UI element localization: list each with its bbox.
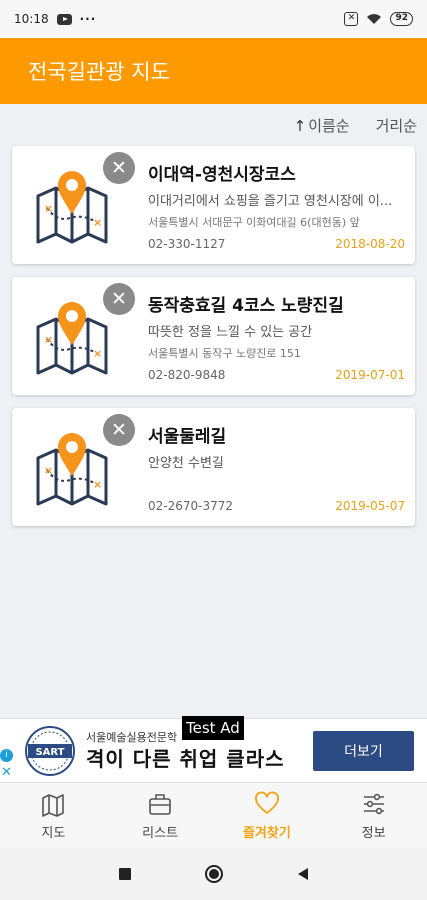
ad-headline: 격이 다른 취업 클라스 [86,747,285,771]
svg-text:×: × [44,333,53,346]
card-title: 서울둘레길 [148,427,227,447]
favorite-card[interactable]: × × ✕ 이대역-영천시장코스 이대거리에서 쇼핑을 즐기고 영천시장에 이.… [12,146,415,264]
card-date: 2019-05-07 [335,499,405,513]
map-icon [42,793,65,817]
card-address: 서울특별시 동작구 노량진로 151 [148,347,301,360]
svg-text:×: × [93,478,102,491]
heart-icon [254,791,279,814]
nav-info[interactable]: 정보 [320,783,427,848]
nav-map[interactable]: 지도 [0,783,107,848]
info-icon[interactable]: i [0,749,13,762]
logo-text: SART [35,747,64,758]
card-phone: 02-2670-3772 [148,499,234,513]
card-title: 이대역-영천시장코스 [148,165,296,185]
nav-favorites-label: 즐겨찾기 [242,825,291,841]
nav-map-label: 지도 [41,825,66,841]
treasure-map-icon: × × [36,171,108,244]
svg-text:×: × [44,202,53,215]
treasure-map-icon: × × [36,302,108,375]
nav-info-label: 정보 [361,825,386,841]
wifi-icon [367,14,382,24]
sart-logo: SART [25,726,75,776]
card-description: 안양천 수변길 [148,456,224,471]
svg-text:×: × [93,347,102,360]
remove-favorite-button[interactable]: ✕ [103,414,135,446]
ad-more-button[interactable]: 더보기 [313,731,414,771]
nav-list-label: 리스트 [142,825,179,841]
favorite-card[interactable]: × × ✕ 동작충효길 4코스 노량진길 따뜻한 정을 느낄 수 있는 공간 서… [12,277,415,395]
status-time: 10:18 [14,12,49,26]
app-title: 전국길관광 지도 [28,60,170,84]
arrow-up-icon: ↑ [293,116,307,135]
sort-options: ↑ 이름순 거리순 [294,115,417,136]
card-description: 이대거리에서 쇼핑을 즐기고 영천시장에 이... [148,194,393,209]
battery-icon: 92 [390,12,413,26]
svg-text:×: × [44,464,53,477]
card-title: 동작충효길 4코스 노량진길 [148,296,344,316]
ad-choices[interactable]: i ✕ [0,749,13,780]
test-ad-label: Test Ad [182,716,244,740]
card-description: 따뜻한 정을 느낄 수 있는 공간 [148,325,313,340]
sort-by-name-button[interactable]: ↑ 이름순 [294,115,350,136]
bottom-navigation: 지도 리스트 즐겨찾기 정보 [0,782,427,848]
sort-by-name-label: 이름순 [308,117,350,135]
favorite-card[interactable]: × × ✕ 서울둘레길 안양천 수변길 02-2670-3772 2019-05… [12,408,415,526]
youtube-notification-icon [56,13,72,25]
sort-by-distance-label: 거리순 [375,117,417,135]
close-ad-icon[interactable]: ✕ [0,765,13,780]
home-icon[interactable] [203,863,225,885]
card-phone: 02-820-9848 [148,368,226,382]
svg-text:×: × [93,216,102,229]
back-icon[interactable] [295,866,311,882]
status-bar: 10:18 ··· ✕ 92 [0,0,427,38]
treasure-map-icon: × × [36,433,108,506]
card-phone: 02-330-1127 [148,237,226,251]
no-sim-icon: ✕ [344,12,359,26]
card-address: 서울특별시 서대문구 이화여대길 6(대현동) 앞 [148,216,360,229]
more-notifications-icon: ··· [79,12,97,26]
card-date: 2018-08-20 [335,237,405,251]
remove-favorite-button[interactable]: ✕ [103,152,135,184]
sliders-icon [363,793,384,814]
app-bar: 전국길관광 지도 [0,38,427,104]
card-date: 2019-07-01 [335,368,405,382]
recents-icon[interactable] [117,866,133,882]
sort-by-distance-button[interactable]: 거리순 [376,115,417,136]
nav-favorites[interactable]: 즐겨찾기 [214,783,321,848]
remove-favorite-button[interactable]: ✕ [103,283,135,315]
nav-list[interactable]: 리스트 [107,783,214,848]
system-navigation [0,848,427,900]
briefcase-icon [149,793,171,815]
